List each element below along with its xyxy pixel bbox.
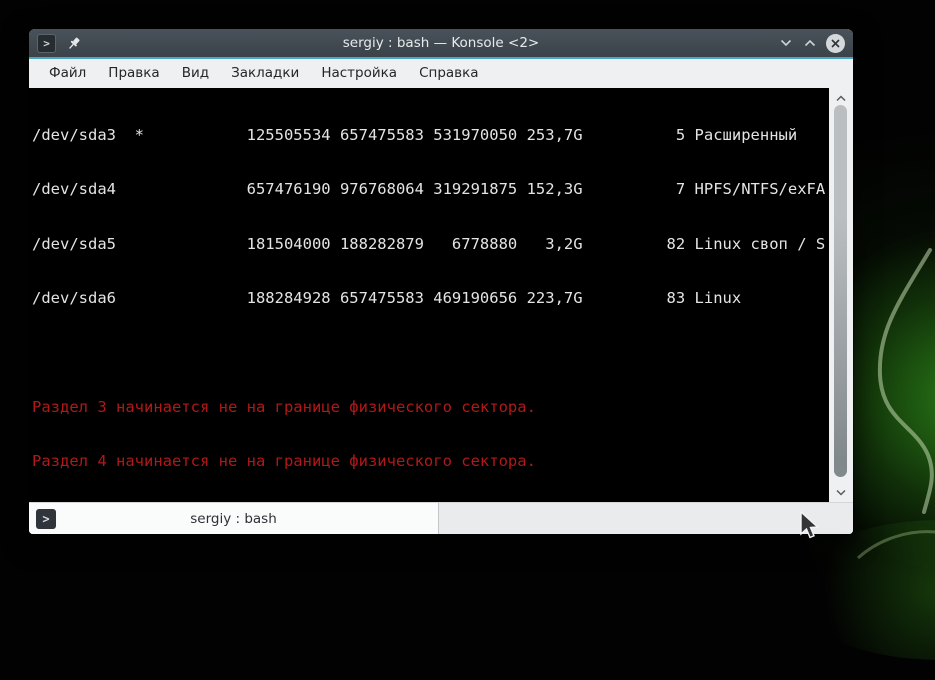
terminal-line-error: Раздел 4 начинается не на границе физиче… — [32, 451, 536, 470]
menu-help[interactable]: Справка — [408, 59, 489, 88]
maximize-button[interactable] — [802, 35, 818, 51]
terminal-line-error: Раздел 3 начинается не на границе физиче… — [32, 397, 536, 416]
konsole-app-icon[interactable]: > — [37, 33, 56, 53]
terminal-line: /dev/sda4 657476190 976768064 319291875 … — [32, 180, 826, 199]
menu-bookmarks[interactable]: Закладки — [220, 59, 310, 88]
tab-label: sergiy : bash — [190, 510, 277, 527]
titlebar[interactable]: > sergiy : bash — Konsole <2> — [29, 29, 853, 57]
terminal-line: /dev/sda5 181504000 188282879 6778880 3,… — [32, 234, 826, 253]
terminal[interactable]: /dev/sda3 * 125505534 657475583 53197005… — [29, 88, 853, 502]
tab-bar: sergiy : bash > — [29, 502, 853, 534]
menubar: Файл Правка Вид Закладки Настройка Справ… — [29, 59, 853, 88]
tab-sergiy-bash[interactable]: sergiy : bash > — [29, 503, 439, 534]
mouse-pointer — [800, 511, 820, 539]
minimize-button[interactable] — [778, 35, 794, 51]
pin-icon[interactable] — [67, 36, 82, 51]
terminal-line: /dev/sda6 188284928 657475583 469190656 … — [32, 289, 742, 308]
terminal-line: /dev/sda3 * 125505534 657475583 53197005… — [32, 126, 798, 145]
tab-terminal-icon: > — [36, 508, 56, 529]
close-button[interactable] — [826, 33, 845, 53]
menu-settings[interactable]: Настройка — [310, 59, 408, 88]
scrollbar-thumb[interactable] — [834, 105, 847, 477]
window-title: sergiy : bash — Konsole <2> — [342, 35, 540, 51]
menu-edit[interactable]: Правка — [97, 59, 170, 88]
menu-file[interactable]: Файл — [38, 59, 97, 88]
scrollbar[interactable] — [829, 88, 853, 502]
scrollbar-down-arrow-icon[interactable] — [829, 485, 853, 499]
menu-view[interactable]: Вид — [171, 59, 220, 88]
terminal-output[interactable]: /dev/sda3 * 125505534 657475583 53197005… — [29, 88, 829, 502]
scrollbar-up-arrow-icon[interactable] — [829, 91, 853, 105]
konsole-window: > sergiy : bash — Konsole <2> Файл Правк… — [29, 29, 853, 534]
wallpaper-gecko-curve — [856, 248, 935, 560]
